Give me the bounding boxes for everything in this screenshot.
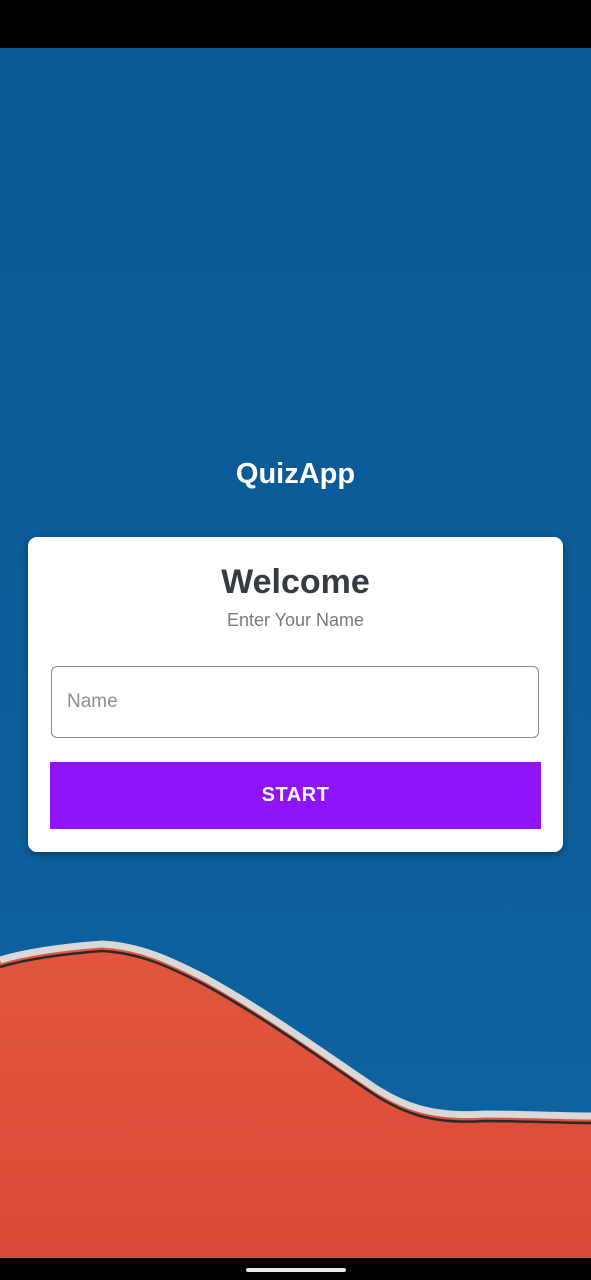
app-title: QuizApp	[235, 458, 356, 490]
welcome-card: Welcome Enter Your Name START	[28, 537, 563, 852]
welcome-heading: Welcome	[221, 563, 370, 601]
status-bar	[0, 0, 591, 48]
name-input[interactable]	[51, 666, 539, 738]
home-indicator-icon[interactable]	[246, 1268, 346, 1272]
navigation-bar	[0, 1258, 591, 1280]
login-screen: QuizApp Welcome Enter Your Name START	[0, 0, 591, 1280]
welcome-subheading: Enter Your Name	[226, 610, 365, 630]
start-button[interactable]: START	[50, 762, 541, 829]
